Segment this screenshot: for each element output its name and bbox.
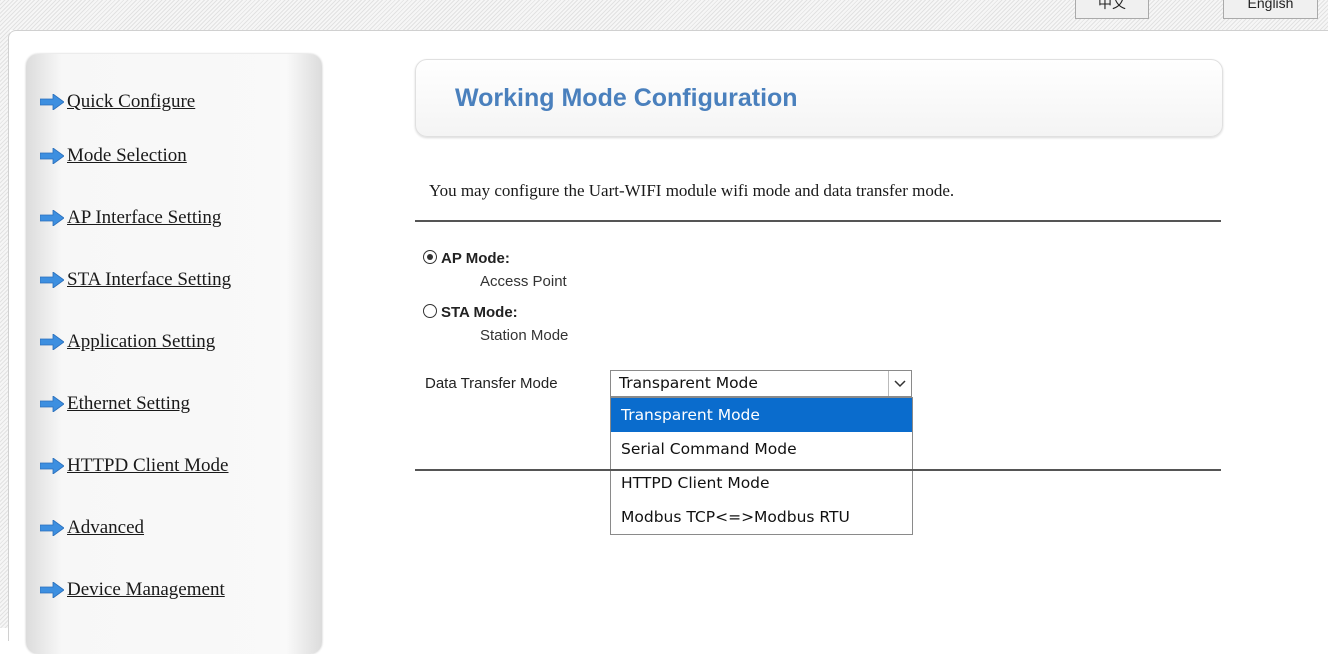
sidebar-item-label: STA Interface Setting	[67, 269, 232, 290]
sidebar-item-ethernet-setting[interactable]: Ethernet Setting	[40, 392, 190, 416]
sidebar-item-label: Advanced	[67, 517, 145, 538]
right-arrow-icon	[40, 396, 64, 412]
sidebar-item-sta-interface-setting[interactable]: STA Interface Setting	[40, 268, 231, 292]
data-transfer-mode-select[interactable]: Transparent Mode	[610, 370, 912, 397]
chinese-language-button[interactable]: 中文	[1075, 0, 1149, 19]
right-arrow-icon	[40, 520, 64, 536]
right-arrow-icon	[40, 272, 64, 288]
option-serial-command-mode[interactable]: Serial Command Mode	[611, 432, 912, 466]
sidebar-item-label: Ethernet Setting	[67, 393, 190, 414]
sidebar-item-mode-selection[interactable]: Mode Selection	[40, 144, 187, 168]
sidebar-item-label: Quick Configure	[67, 91, 196, 112]
sidebar-item-ap-interface-setting[interactable]: AP Interface Setting	[40, 206, 221, 230]
right-arrow-icon	[40, 148, 64, 164]
option-httpd-client-mode[interactable]: HTTPD Client Mode	[611, 466, 912, 500]
sta-mode-sublabel: Station Mode	[480, 327, 569, 344]
page-title: Working Mode Configuration	[455, 84, 798, 112]
title-panel: Working Mode Configuration	[415, 59, 1223, 137]
sta-mode-label: STA Mode:	[441, 304, 518, 321]
selected-value: Transparent Mode	[619, 374, 758, 392]
data-transfer-mode-dropdown: Transparent Mode Serial Command Mode HTT…	[610, 397, 913, 535]
sidebar-item-device-management[interactable]: Device Management	[40, 578, 225, 602]
divider	[415, 469, 1221, 471]
sidebar-item-advanced[interactable]: Advanced	[40, 516, 144, 540]
sidebar-item-label: Device Management	[67, 579, 225, 600]
page-description: You may configure the Uart-WIFI module w…	[429, 181, 955, 200]
ap-mode-radio[interactable]	[423, 250, 437, 264]
divider	[415, 220, 1221, 222]
right-arrow-icon	[40, 582, 64, 598]
right-arrow-icon	[40, 458, 64, 474]
ap-mode-sublabel: Access Point	[480, 273, 567, 290]
data-transfer-mode-label: Data Transfer Mode	[425, 375, 558, 392]
sidebar-item-application-setting[interactable]: Application Setting	[40, 330, 215, 354]
english-language-button[interactable]: English	[1223, 0, 1318, 19]
chevron-down-icon[interactable]	[888, 371, 911, 396]
sidebar-item-httpd-client-mode[interactable]: HTTPD Client Mode	[40, 454, 229, 478]
sta-mode-radio[interactable]	[423, 304, 437, 318]
sidebar-item-label: AP Interface Setting	[67, 207, 222, 228]
option-modbus-tcp-rtu[interactable]: Modbus TCP<=>Modbus RTU	[611, 500, 912, 534]
ap-mode-label: AP Mode:	[441, 250, 510, 267]
sidebar-item-label: Application Setting	[67, 331, 216, 352]
sidebar-item-label: HTTPD Client Mode	[67, 455, 229, 476]
sidebar-item-quick-configure[interactable]: Quick Configure	[40, 90, 195, 114]
right-arrow-icon	[40, 334, 64, 350]
sidebar-item-label: Mode Selection	[67, 145, 187, 166]
option-transparent-mode[interactable]: Transparent Mode	[611, 398, 912, 432]
right-arrow-icon	[40, 210, 64, 226]
right-arrow-icon	[40, 94, 64, 110]
